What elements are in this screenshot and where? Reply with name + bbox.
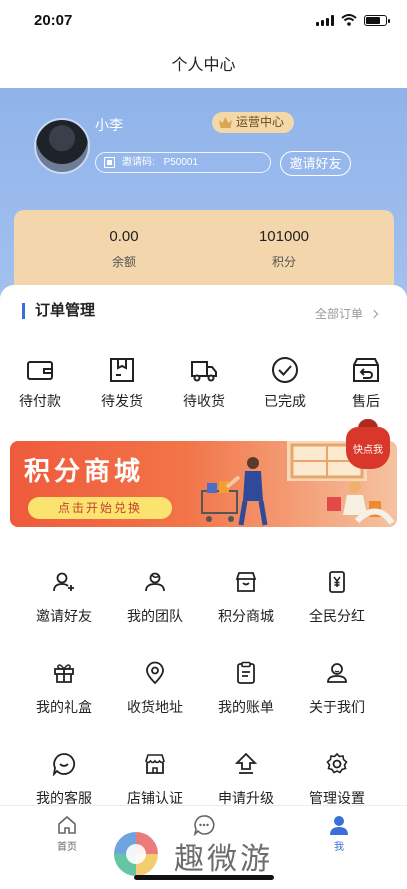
service-label: 我的团队	[127, 608, 183, 624]
start-exchange-button[interactable]: 点击开始兑换	[28, 497, 172, 519]
signal-icon	[316, 14, 334, 26]
shop-verify-icon	[145, 754, 165, 774]
service-label: 积分商城	[218, 608, 274, 624]
tab-home[interactable]: 首页	[37, 814, 97, 853]
service-label: 关于我们	[309, 699, 365, 715]
invite-friends-button[interactable]: 邀请好友	[280, 151, 351, 176]
service-about-us[interactable]: 关于我们	[297, 661, 377, 717]
service-upgrade[interactable]: 申请升级	[206, 752, 286, 808]
add-user-icon	[53, 572, 74, 592]
points-mall-banner[interactable]: 积分商城 点击开始兑换	[10, 441, 397, 527]
order-pending-payment[interactable]: 待付款	[10, 355, 70, 411]
order-item-label: 待发货	[101, 393, 143, 409]
invite-code-label: 邀请码:	[122, 157, 155, 168]
chevron-right-icon	[369, 309, 379, 319]
balance-item[interactable]: 0.00 余额	[54, 228, 194, 270]
balance-label: 余额	[111, 255, 136, 269]
bill-icon	[237, 661, 255, 684]
nav-bar: 个人中心	[0, 44, 407, 88]
service-points-mall[interactable]: 积分商城	[206, 570, 286, 626]
qr-code-icon	[104, 157, 115, 168]
team-icon	[145, 572, 165, 592]
crown-icon	[219, 117, 232, 128]
banner-title: 积分商城	[24, 456, 145, 486]
home-icon	[58, 815, 76, 834]
balance-value: 0.00	[109, 228, 139, 245]
quick-click-button[interactable]: 快点我	[346, 419, 390, 471]
battery-icon	[364, 14, 390, 26]
order-status-row: 待付款 待发货 待收货 已完成 售后	[0, 355, 407, 415]
about-icon	[327, 663, 347, 683]
package-icon	[110, 358, 134, 382]
service-my-team[interactable]: 我的团队	[115, 570, 195, 626]
username: 小李	[95, 117, 123, 133]
settings-icon	[326, 752, 348, 774]
service-settings[interactable]: 管理设置	[297, 752, 377, 808]
watermark-logo	[114, 832, 158, 876]
gift-icon	[54, 664, 74, 683]
wifi-icon	[341, 14, 357, 26]
service-label: 邀请好友	[36, 608, 92, 624]
operations-badge[interactable]: 运营中心	[212, 112, 295, 133]
points-label: 积分	[271, 255, 296, 269]
order-item-label: 已完成	[264, 393, 306, 409]
invite-code-value: P50001	[163, 157, 199, 168]
service-invite-friends[interactable]: 邀请好友	[24, 570, 104, 626]
service-gift-box[interactable]: 我的礼盒	[24, 661, 104, 717]
user-icon	[330, 816, 348, 835]
status-time: 20:07	[34, 12, 73, 29]
check-circle-icon	[272, 357, 298, 383]
truck-icon	[191, 361, 217, 382]
location-icon	[146, 661, 164, 685]
points-value: 101000	[258, 228, 310, 245]
chat-icon	[52, 753, 76, 776]
service-customer-service[interactable]: 我的客服	[24, 752, 104, 808]
operations-badge-label: 运营中心	[236, 115, 285, 129]
service-shop-verify[interactable]: 店铺认证	[115, 752, 195, 808]
order-item-label: 待收货	[183, 393, 225, 409]
wallet-icon	[27, 361, 53, 380]
service-label: 收货地址	[127, 699, 183, 715]
watermark-text: 趣微游	[174, 842, 273, 877]
tab-label: 我	[334, 842, 344, 853]
points-item[interactable]: 101000 积分	[214, 228, 354, 270]
order-pending-shipment[interactable]: 待发货	[92, 355, 152, 411]
service-label: 我的账单	[218, 699, 274, 715]
tab-label: 首页	[57, 842, 77, 853]
store-icon	[235, 572, 257, 592]
status-icons	[316, 14, 390, 26]
home-indicator	[134, 875, 274, 880]
page-title: 个人中心	[171, 57, 236, 74]
watermark: 趣微游	[110, 828, 310, 878]
service-label: 全民分红	[309, 608, 365, 624]
order-completed[interactable]: 已完成	[255, 355, 315, 411]
avatar[interactable]	[34, 118, 90, 174]
tab-me[interactable]: 我	[309, 814, 369, 853]
service-label: 我的礼盒	[36, 699, 92, 715]
main-content: 订单管理 全部订单 待付款 待发货 待收货 已完成 售后	[0, 285, 407, 815]
service-address[interactable]: 收货地址	[115, 661, 195, 717]
upgrade-icon	[234, 752, 258, 774]
order-after-sales[interactable]: 售后	[336, 355, 396, 411]
service-bill[interactable]: 我的账单	[206, 661, 286, 717]
order-item-label: 售后	[352, 393, 380, 409]
return-box-icon	[353, 358, 379, 382]
dividend-icon	[329, 571, 345, 593]
quick-click-label: 快点我	[353, 445, 383, 456]
status-bar: 20:07	[0, 0, 407, 44]
order-item-label: 待付款	[19, 393, 61, 409]
all-orders-label: 全部订单	[314, 307, 363, 321]
invite-code: 邀请码: P50001	[95, 152, 271, 173]
service-dividend[interactable]: 全民分红	[297, 570, 377, 626]
order-management-title: 订单管理	[22, 303, 95, 319]
all-orders-link[interactable]: 全部订单	[314, 305, 379, 322]
order-pending-receipt[interactable]: 待收货	[174, 355, 234, 411]
